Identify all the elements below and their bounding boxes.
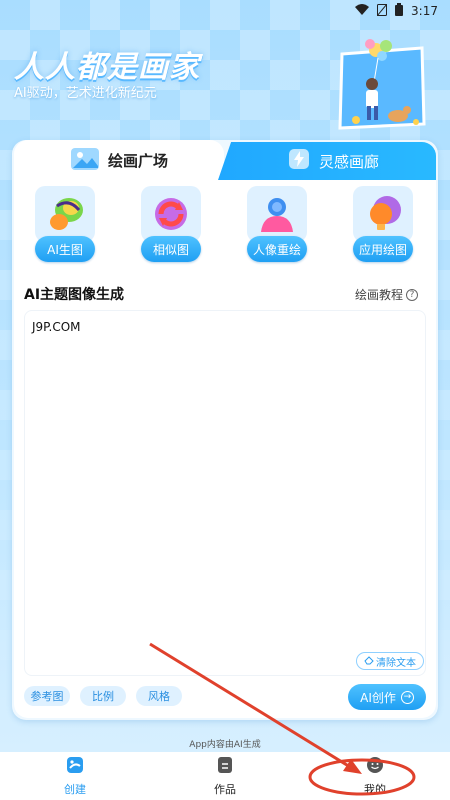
tool-similar-image[interactable]: 相似图	[130, 186, 212, 270]
clear-text-button[interactable]: 清除文本	[356, 652, 424, 670]
tab-drawing-square[interactable]: 绘画广场	[14, 140, 224, 180]
tab-label: 灵感画廊	[318, 152, 379, 171]
option-style[interactable]: 风格	[136, 686, 182, 706]
ai-disclaimer: App内容由AI生成	[189, 740, 261, 750]
clear-label: 清除文本	[376, 657, 416, 669]
no-sim-icon	[376, 3, 388, 19]
prompt-text: J9P.COM	[32, 320, 81, 334]
tool-label: AI生图	[35, 236, 95, 262]
lightning-icon	[287, 147, 311, 175]
person-icon	[247, 186, 307, 242]
status-bar: 3:17	[0, 0, 450, 22]
works-icon	[216, 756, 234, 778]
tool-row: AI生图 相似图 人像重绘 应用绘图	[24, 186, 424, 270]
option-chips: 参考图 比例 风格	[24, 686, 182, 706]
tool-app-drawing[interactable]: 应用绘图	[342, 186, 424, 270]
hero-title: 人人都是画家	[14, 50, 200, 85]
tab-inspiration-gallery[interactable]: 灵感画廊	[218, 142, 436, 180]
landscape-icon	[70, 145, 100, 175]
refresh-icon	[141, 186, 201, 242]
nav-label: 创建	[64, 782, 86, 796]
tutorial-label: 绘画教程	[355, 288, 404, 302]
bulb-icon	[353, 186, 413, 242]
nav-label: 作品	[214, 782, 236, 796]
profile-icon	[366, 756, 384, 778]
create-label: AI创作	[360, 690, 396, 705]
arrow-right-icon: →	[400, 690, 414, 704]
drawing-tutorial-link[interactable]: 绘画教程 ?	[355, 286, 419, 303]
nav-label: 我的	[364, 782, 386, 796]
section-title: AI主题图像生成	[24, 287, 125, 303]
option-ratio[interactable]: 比例	[80, 686, 126, 706]
eraser-icon	[364, 655, 374, 668]
ai-create-button[interactable]: AI创作 →	[348, 684, 426, 710]
tab-label: 绘画广场	[107, 151, 168, 170]
create-icon	[66, 756, 84, 778]
clock: 3:17	[411, 4, 438, 18]
leaf-icon	[35, 186, 95, 242]
option-reference-image[interactable]: 参考图	[24, 686, 70, 706]
battery-icon	[395, 3, 404, 19]
bottom-navigation: 创建 作品 我的	[0, 752, 450, 800]
help-icon: ?	[406, 288, 419, 301]
tool-label: 应用绘图	[353, 236, 413, 262]
tool-label: 人像重绘	[247, 236, 307, 262]
wifi-icon	[355, 4, 370, 18]
nav-create[interactable]: 创建	[0, 752, 150, 800]
nav-works[interactable]: 作品	[150, 752, 300, 800]
hero-illustration	[336, 36, 428, 132]
tool-label: 相似图	[141, 236, 201, 262]
prompt-input[interactable]: J9P.COM	[24, 310, 426, 676]
tool-ai-image[interactable]: AI生图	[24, 186, 106, 270]
nav-profile[interactable]: 我的	[300, 752, 450, 800]
tool-portrait-redraw[interactable]: 人像重绘	[236, 186, 318, 270]
hero-subtitle: AI驱动，艺术进化新纪元	[14, 86, 157, 101]
